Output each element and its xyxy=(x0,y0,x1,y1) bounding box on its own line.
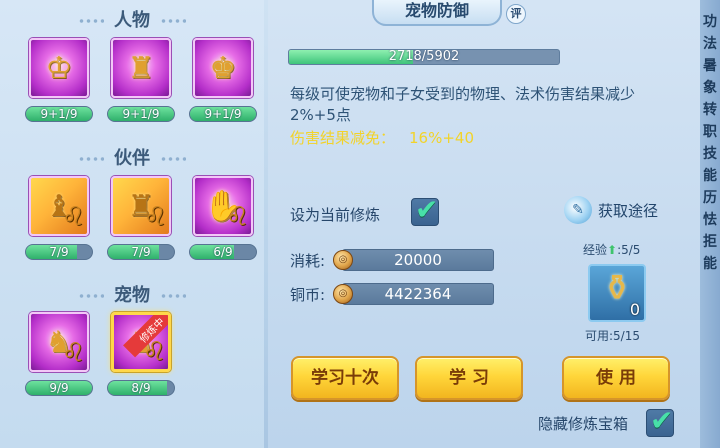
skill-level-bar: 8/9 xyxy=(107,380,175,396)
skill-partner-3[interactable]: ✋ ♌ 6/9 xyxy=(189,176,257,264)
level-text: 9+1/9 xyxy=(122,107,160,121)
hide-treasure-checkbox[interactable]: ✔ xyxy=(646,404,674,437)
level-text: 7/9 xyxy=(131,245,151,259)
skill-icon: ♚ xyxy=(193,38,253,98)
coin-icon: ◎ xyxy=(333,250,353,270)
treasure-exp-value: :5/5 xyxy=(617,243,641,257)
cost-value: 20000 xyxy=(342,249,494,271)
side-tab-char: 怯 xyxy=(703,212,717,228)
skill-icon: ♞ ♌ xyxy=(29,312,89,372)
side-tab-char: 拒 xyxy=(703,234,717,250)
level-text: 9+1/9 xyxy=(40,107,78,121)
arrow-up-icon: ⬆ xyxy=(607,243,618,257)
effect-value: 16%+40 xyxy=(409,129,475,147)
skill-level-bar: 9/9 xyxy=(25,380,93,396)
skill-partner-2[interactable]: ♜ ♌ 7/9 xyxy=(107,176,175,264)
section-title-character: 人物 xyxy=(0,6,264,32)
level-text: 9/9 xyxy=(49,381,69,395)
set-current-checkbox[interactable]: ✔ xyxy=(411,193,439,226)
skill-level-bar: 9+1/9 xyxy=(107,106,175,122)
vase-icon: ⚱ xyxy=(602,268,633,309)
use-button[interactable]: 使 用 xyxy=(562,356,670,400)
learn-ten-button[interactable]: 学习十次 xyxy=(291,356,399,400)
coins-label: 铜币: xyxy=(290,286,326,304)
skill-partner-1[interactable]: ♝ ♌ 7/9 xyxy=(25,176,93,264)
skill-character-3[interactable]: ♚ 9+1/9 xyxy=(189,38,257,126)
lion-icon: ♌ xyxy=(143,202,167,232)
side-tab-char: 法 xyxy=(703,36,717,52)
treasure-exp-label: 经验 xyxy=(583,243,608,257)
skill-level-bar: 7/9 xyxy=(107,244,175,260)
level-text: 6/9 xyxy=(213,245,233,259)
side-tab-strip[interactable]: 功法暑象转职技能历怯拒能 xyxy=(700,0,720,448)
skill-level-bar: 9+1/9 xyxy=(189,106,257,122)
side-tab-char: 能 xyxy=(703,256,717,272)
lion-icon: ♌ xyxy=(225,202,249,232)
side-tab-char: 职 xyxy=(703,124,717,140)
treasure-exp: 经验⬆:5/5 xyxy=(583,241,640,258)
level-text: 8/9 xyxy=(131,381,151,395)
side-tab-char: 象 xyxy=(703,80,717,96)
detail-title: 宠物防御 xyxy=(372,0,502,26)
level-text: 7/9 xyxy=(49,245,69,259)
warrior-icon: ♔ xyxy=(45,50,73,86)
level-text: 9+1/9 xyxy=(204,107,242,121)
skill-icon: ♞♌修炼中 xyxy=(111,312,171,372)
side-tab-char: 功 xyxy=(703,14,717,30)
side-tab-char: 转 xyxy=(703,102,717,118)
skill-character-2[interactable]: ♜ 9+1/9 xyxy=(107,38,175,126)
lion-icon: ♌ xyxy=(61,202,85,232)
skill-icon: ♝ ♌ xyxy=(29,176,89,236)
effect-label: 伤害结果减免： xyxy=(290,129,396,147)
skill-level-bar: 7/9 xyxy=(25,244,93,260)
book-icon: ✎ xyxy=(564,196,592,224)
treasure-box-button[interactable]: ⚱ 0 xyxy=(588,264,646,322)
section-title-partner: 伙伴 xyxy=(0,144,264,170)
skill-icon: ♔ xyxy=(29,38,89,98)
shield-warrior-icon: ♜ xyxy=(127,50,155,86)
skill-pet-2-selected[interactable]: ♞♌修炼中 8/9 xyxy=(107,312,175,400)
check-icon: ✔ xyxy=(650,404,674,437)
section-title-pet: 宠物 xyxy=(0,281,264,307)
skill-icon: ✋ ♌ xyxy=(193,176,253,236)
side-tab-char: 技 xyxy=(703,146,717,162)
comment-button[interactable]: 评 xyxy=(506,4,526,24)
skill-pet-1[interactable]: ♞ ♌ 9/9 xyxy=(25,312,93,400)
exp-text: 2718/5902 xyxy=(388,49,460,64)
cat-icon: ♌ xyxy=(61,338,85,368)
skill-description: 每级可使宠物和子女受到的物理、法术伤害结果减少2%+5点 xyxy=(290,85,636,124)
side-tab-char: 暑 xyxy=(703,58,717,74)
check-icon: ✔ xyxy=(415,193,439,226)
skill-icon: ♜ xyxy=(111,38,171,98)
skill-level-bar: 9+1/9 xyxy=(25,106,93,122)
coin-icon: ◎ xyxy=(333,284,353,304)
acquire-label: 获取途径 xyxy=(598,201,659,220)
skill-icon: ♜ ♌ xyxy=(111,176,171,236)
cost-label: 消耗: xyxy=(290,252,326,270)
armor-icon: ♚ xyxy=(209,50,237,86)
skill-character-1[interactable]: ♔ 9+1/9 xyxy=(25,38,93,126)
hide-treasure-label: 隐藏修炼宝箱 xyxy=(538,415,629,433)
treasure-usable: 可用:5/15 xyxy=(585,329,640,343)
coins-value: 4422364 xyxy=(342,283,494,305)
skill-level-bar: 6/9 xyxy=(189,244,257,260)
learn-button[interactable]: 学 习 xyxy=(415,356,523,400)
exp-progress-bar: 2718/5902 xyxy=(288,49,560,65)
acquire-link[interactable]: ✎ 获取途径 xyxy=(564,196,658,224)
set-current-label: 设为当前修炼 xyxy=(290,206,381,224)
effect-line: 伤害结果减免： 16%+40 xyxy=(290,127,474,148)
side-tab-char: 历 xyxy=(703,190,717,206)
treasure-count: 0 xyxy=(629,300,640,319)
side-tab-char: 能 xyxy=(703,168,717,184)
